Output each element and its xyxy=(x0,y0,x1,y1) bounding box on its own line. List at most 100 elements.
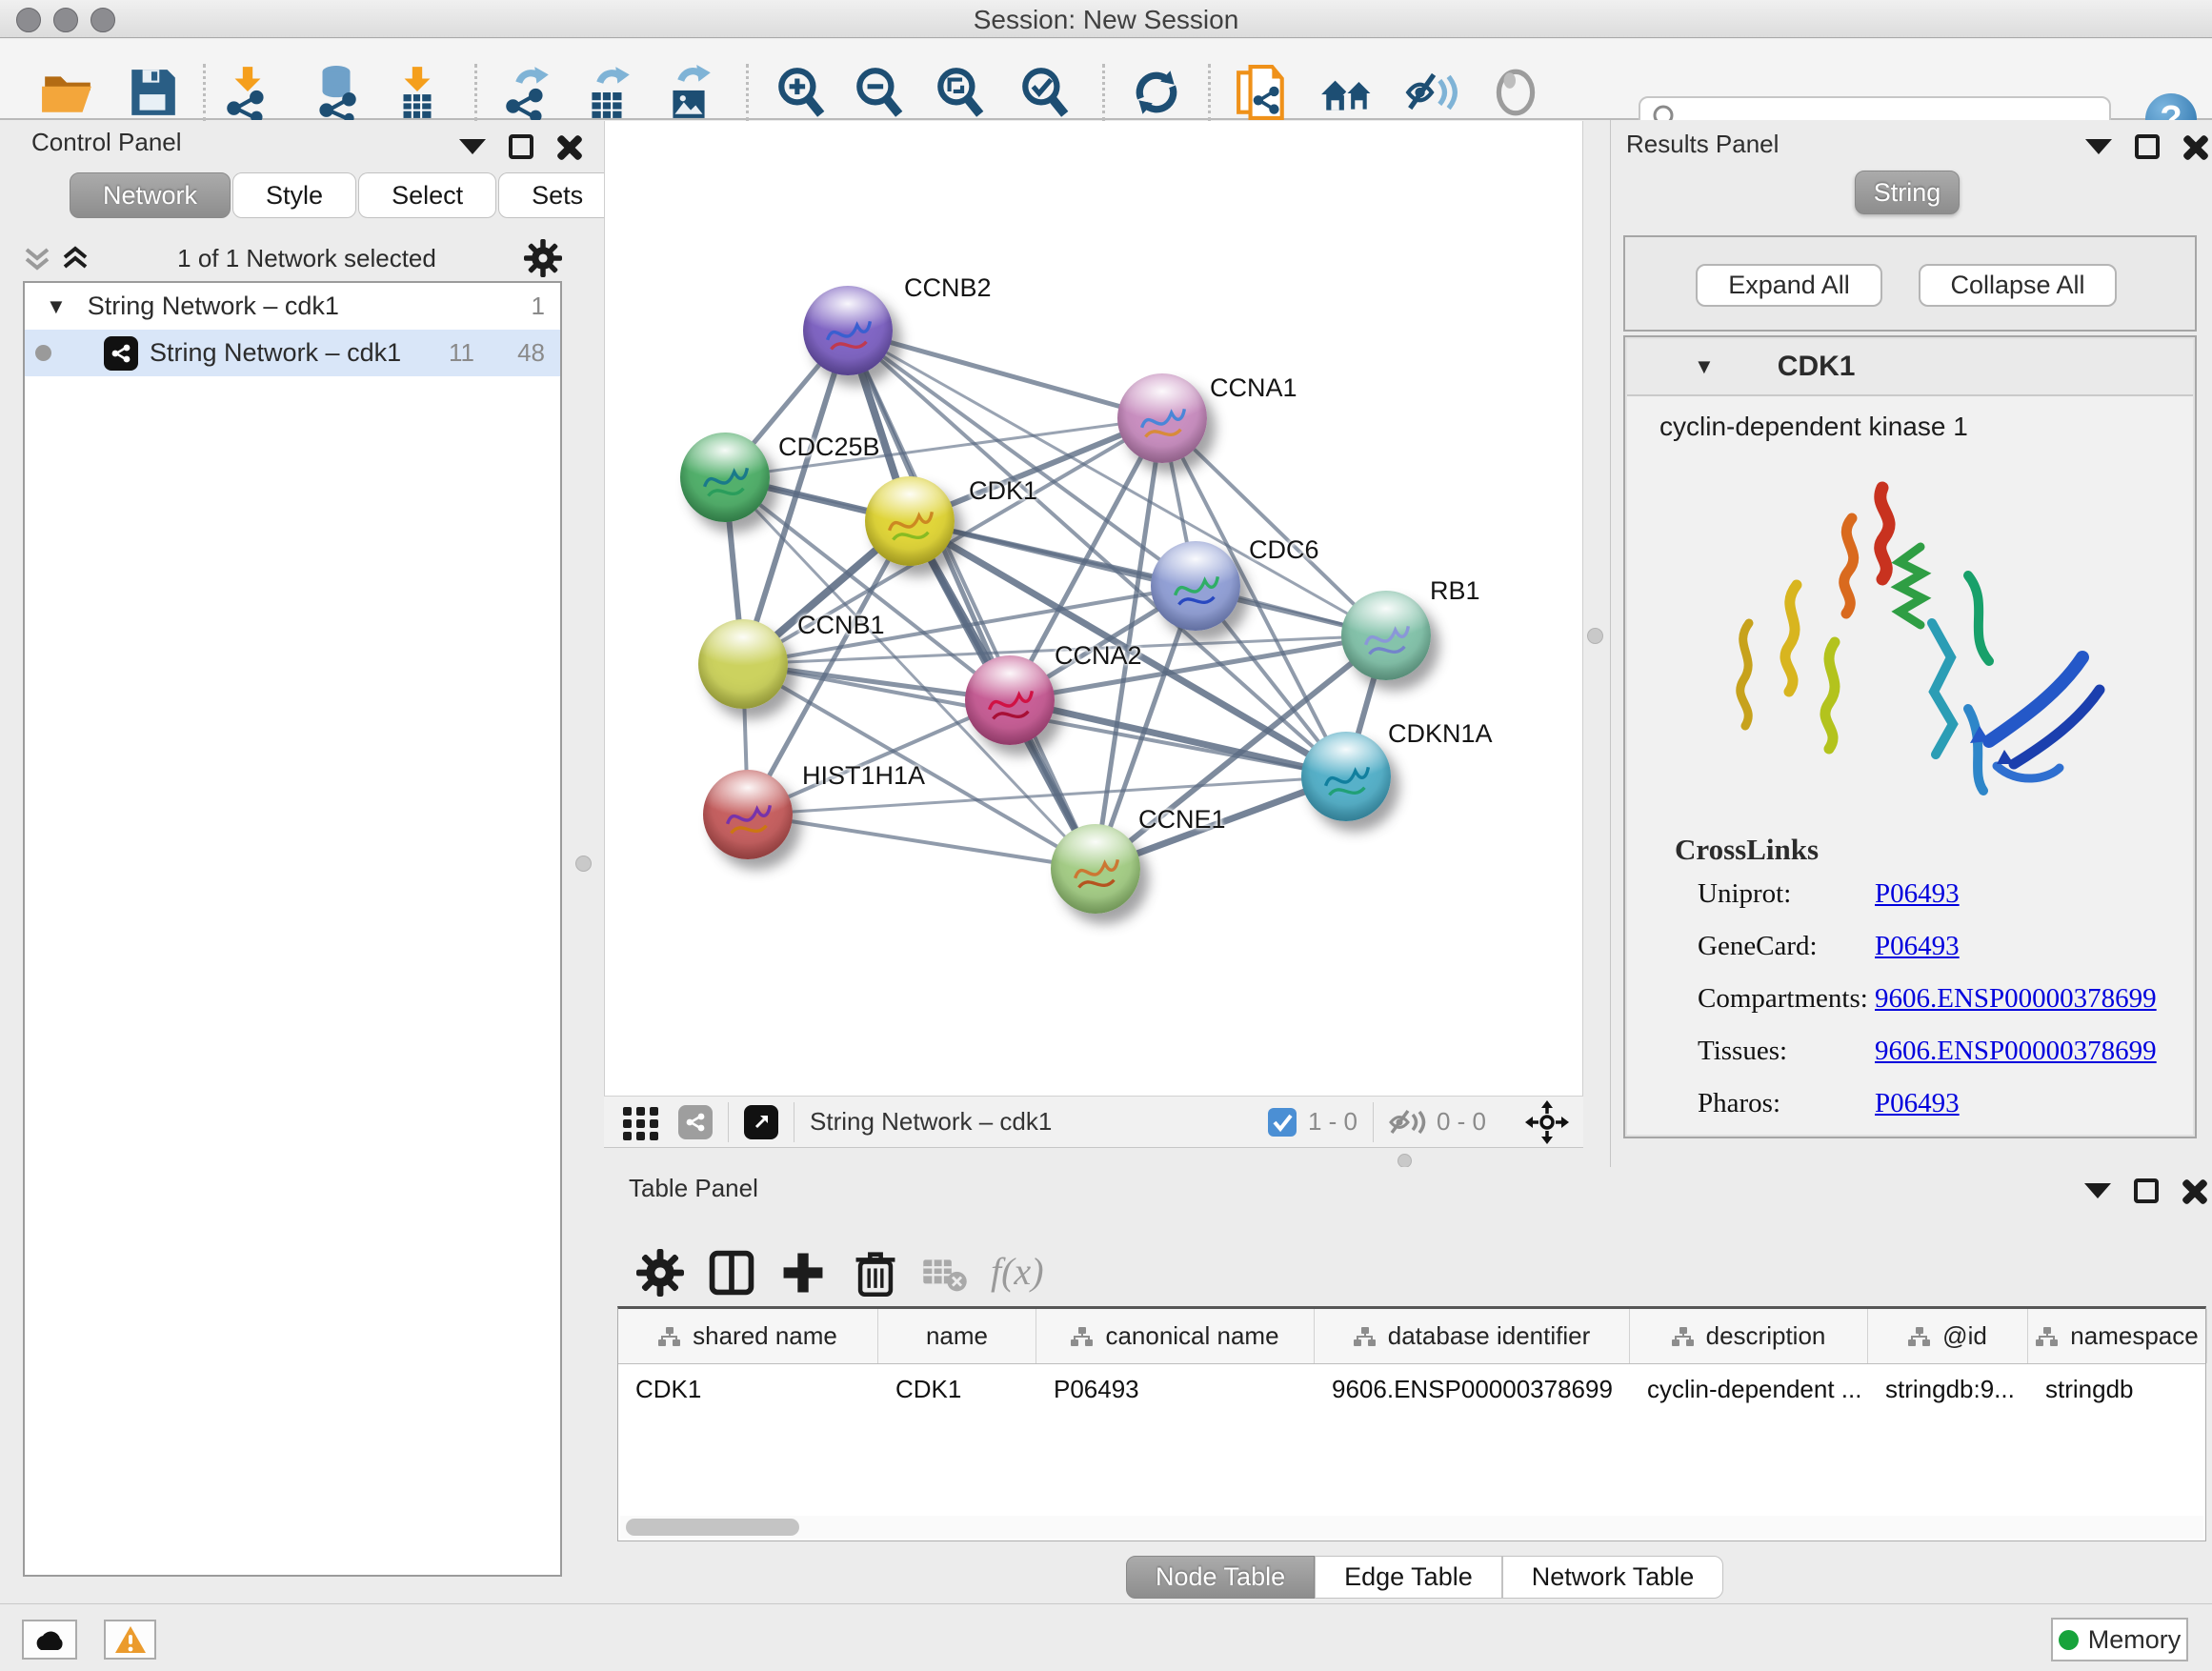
panel-close-icon[interactable] xyxy=(2182,133,2209,160)
column-header-canonical-name[interactable]: canonical name xyxy=(1036,1309,1315,1363)
hide-selected-eye-icon[interactable] xyxy=(1404,65,1459,120)
table-row[interactable]: CDK1CDK1P064939606.ENSP00000378699cyclin… xyxy=(618,1364,2205,1414)
network-node-ccnb1[interactable] xyxy=(698,619,788,709)
collapse-all-icon[interactable] xyxy=(23,242,51,274)
show-columns-icon[interactable] xyxy=(708,1249,755,1297)
table-cell[interactable]: stringdb xyxy=(2028,1364,2207,1414)
tab-select[interactable]: Select xyxy=(358,172,496,218)
panel-menu-icon[interactable] xyxy=(2085,139,2112,154)
import-network-button[interactable] xyxy=(220,65,275,120)
tab-network[interactable]: Network xyxy=(70,172,231,218)
import-table-button[interactable] xyxy=(390,65,445,120)
open-session-button[interactable] xyxy=(40,65,95,120)
birdseye-view-icon[interactable] xyxy=(1524,1099,1570,1145)
table-cell[interactable]: stringdb:9... xyxy=(1868,1364,2028,1414)
panel-close-icon[interactable] xyxy=(2182,1178,2208,1204)
export-image-button[interactable] xyxy=(661,65,716,120)
network-share-icon[interactable] xyxy=(678,1105,713,1139)
network-node-hist1h1a[interactable] xyxy=(703,770,793,859)
save-session-button[interactable] xyxy=(125,65,180,120)
selected-checkbox-icon[interactable] xyxy=(1266,1106,1298,1138)
crosslink-link[interactable]: P06493 xyxy=(1875,931,1960,962)
column-header-shared-name[interactable]: shared name xyxy=(618,1309,878,1363)
node-table[interactable]: shared name namecanonical namedatabase id… xyxy=(617,1306,2206,1541)
panel-menu-icon[interactable] xyxy=(459,139,486,154)
network-node-cdk1[interactable] xyxy=(865,476,955,566)
tab-style[interactable]: Style xyxy=(232,172,356,218)
cloud-status-button[interactable] xyxy=(22,1620,77,1660)
left-splitter-handle[interactable] xyxy=(575,856,592,872)
network-node-cdc6[interactable] xyxy=(1151,541,1240,631)
network-node-ccna2[interactable] xyxy=(965,655,1055,745)
memory-button[interactable]: Memory xyxy=(2051,1618,2188,1661)
network-edge[interactable] xyxy=(748,815,1096,869)
panel-float-icon[interactable] xyxy=(2135,134,2160,159)
function-builder-icon: f(x) xyxy=(991,1249,1076,1297)
table-cell[interactable]: 9606.ENSP00000378699 xyxy=(1315,1364,1630,1414)
crosslink-link[interactable]: P06493 xyxy=(1875,878,1960,910)
column-header-namespace[interactable]: namespace xyxy=(2028,1309,2207,1363)
column-header-database-identifier[interactable]: database identifier xyxy=(1315,1309,1630,1363)
table-cell[interactable]: cyclin-dependent ... xyxy=(1630,1364,1868,1414)
tab-sets[interactable]: Sets xyxy=(498,172,616,218)
protein-expand-icon[interactable]: ▼ xyxy=(1694,354,1715,379)
zoom-selected-button[interactable] xyxy=(1017,65,1073,120)
network-node-cdc25b[interactable] xyxy=(680,433,770,522)
zoom-fit-button[interactable] xyxy=(933,65,988,120)
gear-icon[interactable] xyxy=(524,239,562,277)
protein-header-row[interactable]: ▼ CDK1 xyxy=(1627,339,2193,396)
column-header-@id[interactable]: @id xyxy=(1868,1309,2028,1363)
column-label: shared name xyxy=(693,1321,837,1351)
column-header-name[interactable]: name xyxy=(878,1309,1036,1363)
panel-menu-icon[interactable] xyxy=(2084,1183,2111,1198)
network-node-ccnb2[interactable] xyxy=(803,286,893,375)
network-node-rb1[interactable] xyxy=(1341,591,1431,680)
table-cell[interactable]: CDK1 xyxy=(878,1364,1036,1414)
crosslink-link[interactable]: 9606.ENSP00000378699 xyxy=(1875,983,2157,1015)
home-button[interactable] xyxy=(1319,65,1375,120)
warning-status-button[interactable] xyxy=(104,1620,156,1660)
network-node-ccne1[interactable] xyxy=(1051,824,1140,914)
collection-expand-icon[interactable]: ▼ xyxy=(46,294,67,319)
zoom-out-button[interactable] xyxy=(852,65,907,120)
refresh-button[interactable] xyxy=(1129,65,1184,120)
right-splitter-handle[interactable] xyxy=(1587,628,1603,644)
network-canvas[interactable]: CCNB2CCNA1CDC25BCDK1CDC6RB1CCNB1CCNA2CDK… xyxy=(604,121,1583,1096)
zoom-in-button[interactable] xyxy=(774,65,829,120)
expand-all-icon[interactable] xyxy=(61,242,90,274)
table-horizontal-scrollbar[interactable] xyxy=(620,1516,2203,1539)
share-document-button[interactable] xyxy=(1235,65,1290,120)
memory-status-dot xyxy=(2059,1630,2079,1650)
panel-float-icon[interactable] xyxy=(2134,1178,2159,1203)
delete-column-icon[interactable] xyxy=(852,1249,899,1297)
import-database-button[interactable] xyxy=(309,65,364,120)
network-collection-row[interactable]: ▼ String Network – cdk1 1 xyxy=(25,283,560,330)
crosslinks-title: CrossLinks xyxy=(1675,833,2195,867)
network-node-cdkn1a[interactable] xyxy=(1301,732,1391,821)
panel-float-icon[interactable] xyxy=(509,134,533,159)
bottom-splitter-handle[interactable] xyxy=(1398,1154,1412,1168)
column-label: namespace xyxy=(2070,1321,2198,1351)
add-column-icon[interactable] xyxy=(779,1249,827,1297)
crosslink-link[interactable]: P06493 xyxy=(1875,1088,1960,1119)
table-gear-icon[interactable] xyxy=(636,1249,684,1297)
table-cell[interactable]: CDK1 xyxy=(618,1364,878,1414)
expand-all-button[interactable]: Expand All xyxy=(1696,264,1882,307)
panel-close-icon[interactable] xyxy=(556,133,583,160)
tab-node-table[interactable]: Node Table xyxy=(1126,1556,1315,1599)
network-node-ccna1[interactable] xyxy=(1117,373,1207,463)
grid-view-icon[interactable] xyxy=(621,1101,663,1143)
open-in-new-window-icon[interactable] xyxy=(744,1105,778,1139)
network-row[interactable]: String Network – cdk1 11 48 xyxy=(25,330,560,376)
export-table-button[interactable] xyxy=(580,65,635,120)
collapse-all-button[interactable]: Collapse All xyxy=(1919,264,2117,307)
tab-edge-table[interactable]: Edge Table xyxy=(1315,1556,1502,1599)
show-all-eye-icon[interactable] xyxy=(1488,65,1543,120)
table-cell[interactable]: P06493 xyxy=(1036,1364,1315,1414)
tab-network-table[interactable]: Network Table xyxy=(1502,1556,1724,1599)
crosslink-link[interactable]: 9606.ENSP00000378699 xyxy=(1875,1036,2157,1067)
column-header-description[interactable]: description xyxy=(1630,1309,1868,1363)
scrollbar-thumb[interactable] xyxy=(626,1519,799,1536)
export-network-button[interactable] xyxy=(499,65,554,120)
tab-string[interactable]: String xyxy=(1855,171,1960,214)
